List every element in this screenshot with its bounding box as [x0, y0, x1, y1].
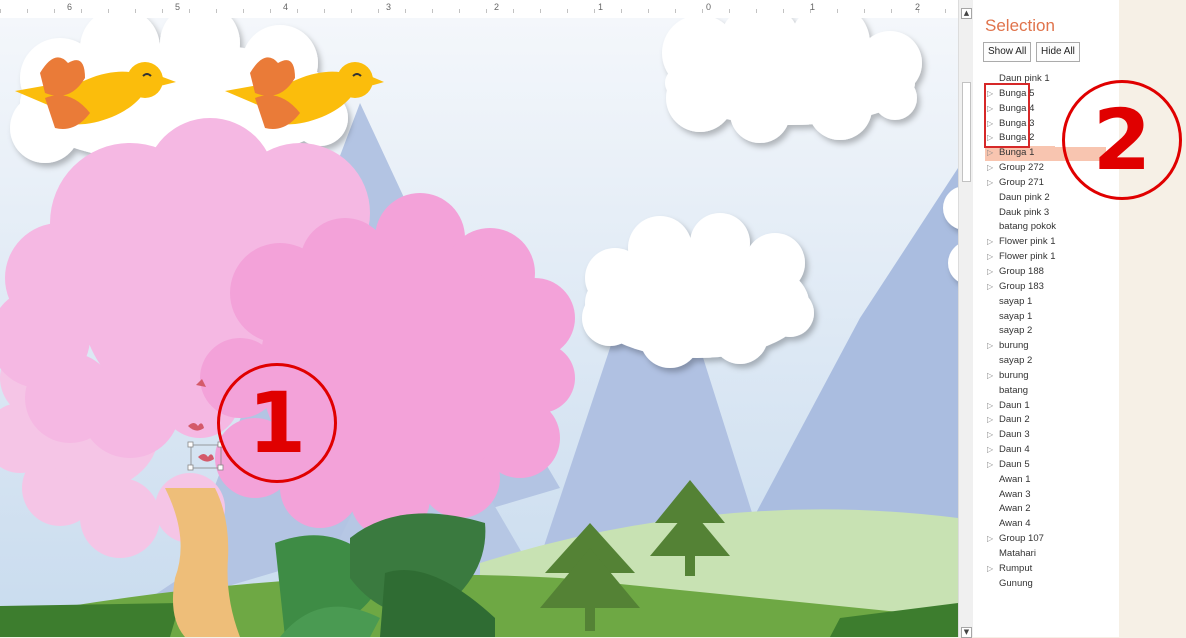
ruler-label: 1: [810, 2, 816, 12]
selection-item-label: burung: [999, 340, 1029, 352]
selection-item-label: Rumput: [999, 562, 1033, 574]
expand-triangle-icon[interactable]: ▷: [987, 413, 993, 428]
annotation-circle-one: 1: [217, 363, 337, 483]
selection-item[interactable]: Dauk pink 3: [985, 206, 1115, 221]
selection-item-label: batang pokok: [999, 221, 1057, 233]
selection-item[interactable]: ▷ burung: [985, 339, 1115, 354]
ruler-label: 1: [598, 2, 604, 12]
selection-item-label: Group 272: [999, 162, 1044, 174]
selection-item-label: Daun pink 2: [999, 191, 1050, 203]
selection-item-label: Daun 4: [999, 444, 1030, 456]
expand-triangle-icon[interactable]: ▷: [987, 458, 993, 473]
selection-item-label: sayap 1: [999, 295, 1033, 307]
selection-item-label: Daun 2: [999, 414, 1030, 426]
selection-item-label: Daun 5: [999, 458, 1030, 470]
scrollbar-thumb[interactable]: [962, 82, 971, 182]
selection-item[interactable]: Gunung: [985, 577, 1115, 592]
selection-item-label: Dauk pink 3: [999, 206, 1050, 218]
selection-item-label: sayap 2: [999, 355, 1033, 367]
expand-triangle-icon[interactable]: ▷: [987, 265, 993, 280]
ruler-label: 2: [915, 2, 921, 12]
selection-item[interactable]: ▷ Rumput: [985, 562, 1115, 577]
selection-item-label: Daun 1: [999, 399, 1030, 411]
selection-item-label: Flower pink 1: [999, 236, 1056, 248]
show-all-button[interactable]: Show All: [983, 42, 1032, 62]
ruler-label: 0: [706, 2, 712, 12]
selection-item-label: Gunung: [999, 577, 1033, 589]
selection-item-label: Daun 3: [999, 429, 1030, 441]
expand-triangle-icon[interactable]: ▷: [987, 339, 993, 354]
selection-item[interactable]: Awan 4: [985, 517, 1115, 532]
selection-item-label: Awan 1: [999, 473, 1031, 485]
selection-item-label: Group 271: [999, 176, 1044, 188]
selection-item[interactable]: sayap 2: [985, 354, 1115, 369]
scroll-up-icon[interactable]: ▲: [961, 8, 972, 19]
vertical-scrollbar[interactable]: ▲ ▼: [958, 0, 973, 638]
selection-item-label: sayap 2: [999, 325, 1033, 337]
selection-item[interactable]: Awan 1: [985, 473, 1115, 488]
expand-triangle-icon[interactable]: ▷: [987, 443, 993, 458]
ruler-label: 3: [386, 2, 392, 12]
selection-item[interactable]: sayap 1: [985, 310, 1115, 325]
selection-item-label: Awan 4: [999, 518, 1031, 530]
expand-triangle-icon[interactable]: ▷: [987, 369, 993, 384]
selection-item-label: batang: [999, 384, 1029, 396]
scroll-down-icon[interactable]: ▼: [961, 627, 972, 638]
expand-triangle-icon[interactable]: ▷: [987, 250, 993, 265]
expand-triangle-icon[interactable]: ▷: [987, 235, 993, 250]
selection-item[interactable]: Awan 3: [985, 488, 1115, 503]
selection-item[interactable]: ▷ Group 107: [985, 532, 1115, 547]
selection-item-label: Flower pink 1: [999, 251, 1056, 263]
ruler-label: 6: [67, 2, 73, 12]
selection-item[interactable]: ▷ Daun 5: [985, 458, 1115, 473]
selection-item[interactable]: ▷ burung: [985, 369, 1115, 384]
selection-item[interactable]: sayap 2: [985, 324, 1115, 339]
selection-item-label: Matahari: [999, 548, 1036, 559]
ruler-label: 5: [175, 2, 181, 12]
expand-triangle-icon[interactable]: ▷: [987, 532, 993, 547]
slide-illustration: [0, 18, 958, 637]
expand-triangle-icon[interactable]: ▷: [987, 161, 993, 176]
selection-item[interactable]: batang: [985, 384, 1115, 399]
expand-triangle-icon[interactable]: ▷: [987, 146, 993, 161]
selection-item[interactable]: ▷ Flower pink 1: [985, 250, 1115, 265]
selection-item[interactable]: batang pokok: [985, 220, 1115, 235]
selection-item-label: Awan 2: [999, 503, 1031, 515]
selection-item-label: Bunga 1: [999, 147, 1035, 159]
selection-item[interactable]: ▷ Group 188: [985, 265, 1115, 280]
selection-item[interactable]: ▷ Daun 4: [985, 443, 1115, 458]
selection-item[interactable]: sayap 1: [985, 295, 1115, 310]
selection-item[interactable]: ▷ Daun 3: [985, 428, 1115, 443]
expand-triangle-icon[interactable]: ▷: [987, 176, 993, 191]
pane-title: Selection: [985, 16, 1055, 35]
annotation-circle-two: 2: [1062, 80, 1182, 200]
selection-item-label: Awan 3: [999, 488, 1031, 500]
expand-triangle-icon[interactable]: ▷: [987, 428, 993, 443]
selection-item[interactable]: ▷ Daun 1: [985, 399, 1115, 414]
selection-item-label: Group 183: [999, 280, 1044, 292]
selection-item-label: burung: [999, 369, 1029, 381]
bunga-group-highlight-box: [984, 83, 1030, 148]
ruler-label: 4: [283, 2, 289, 12]
selection-item[interactable]: Awan 2: [985, 502, 1115, 517]
slide-canvas[interactable]: 1: [0, 18, 958, 637]
ruler-label: 2: [494, 2, 500, 12]
expand-triangle-icon[interactable]: ▷: [987, 399, 993, 414]
selection-item-label: sayap 1: [999, 310, 1033, 322]
selection-item-label: Group 188: [999, 265, 1044, 277]
selection-item[interactable]: ▷ Daun 2: [985, 413, 1115, 428]
expand-triangle-icon[interactable]: ▷: [987, 280, 993, 295]
selection-item-label: Group 107: [999, 533, 1044, 545]
selection-item[interactable]: Matahari: [985, 547, 1115, 562]
selection-item[interactable]: ▷ Group 183: [985, 280, 1115, 295]
hide-all-button[interactable]: Hide All: [1036, 42, 1080, 62]
expand-triangle-icon[interactable]: ▷: [987, 562, 993, 577]
horizontal-ruler: 6 5 4 3 2 1 0 1 2: [0, 0, 958, 19]
selection-item[interactable]: ▷ Flower pink 1: [985, 235, 1115, 250]
